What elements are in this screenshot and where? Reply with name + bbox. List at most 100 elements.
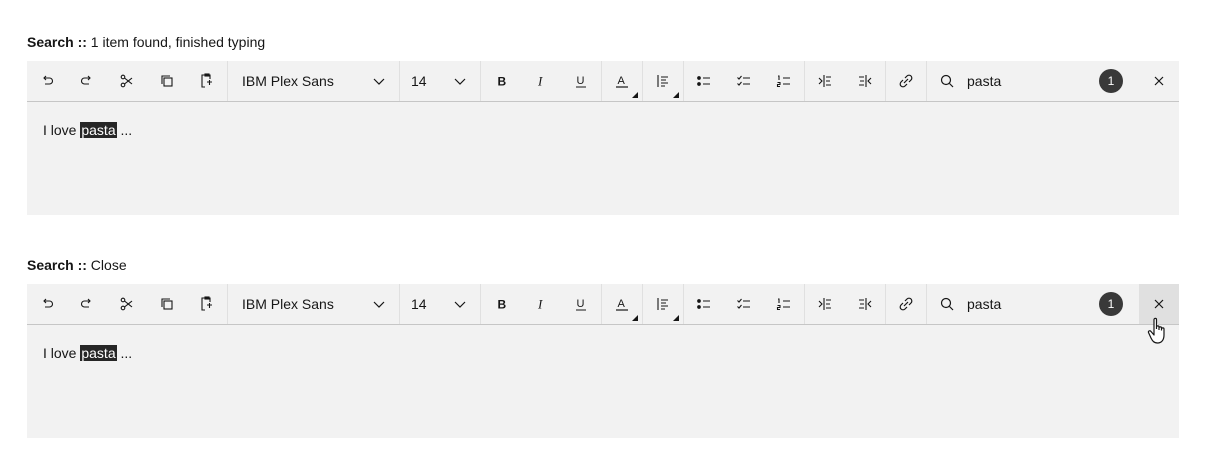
italic-icon: I <box>537 74 543 89</box>
checklist-button[interactable] <box>724 284 764 324</box>
match-count-badge: 1 <box>1099 69 1123 93</box>
paste-button[interactable] <box>187 61 227 101</box>
search-match-highlight: pasta <box>80 122 117 138</box>
outdent-button[interactable] <box>845 61 885 101</box>
svg-text:I: I <box>537 297 543 312</box>
match-count-badge: 1 <box>1099 292 1123 316</box>
search-icon <box>940 297 954 311</box>
search-bar: pasta 1 <box>926 61 1179 101</box>
underline-button[interactable]: U <box>561 284 601 324</box>
italic-icon: I <box>537 297 543 312</box>
editor-toolbar: IBM Plex Sans 14 B I U A pasta 1 <box>27 61 1179 102</box>
align-icon <box>657 75 668 87</box>
editor-example-2: Search :: Close IBM Plex Sans 14 B I U A… <box>27 256 1179 438</box>
indent-button[interactable] <box>805 61 845 101</box>
example-caption: Search :: 1 item found, finished typing <box>27 34 266 50</box>
search-input[interactable]: pasta <box>967 61 1099 101</box>
svg-text:U: U <box>577 75 585 87</box>
close-icon <box>1154 299 1164 309</box>
undo-icon <box>43 298 53 308</box>
editor-toolbar: IBM Plex Sans 14 B I U A pasta 1 <box>27 284 1179 325</box>
search-icon <box>940 74 954 88</box>
close-search-button[interactable] <box>1139 61 1179 101</box>
svg-text:B: B <box>498 75 507 89</box>
bold-button[interactable]: B <box>481 284 521 324</box>
paste-icon <box>201 73 212 88</box>
search-input[interactable]: pasta <box>967 284 1099 324</box>
copy-icon <box>161 298 173 310</box>
svg-text:A: A <box>618 75 626 87</box>
cut-button[interactable] <box>107 61 147 101</box>
underline-button[interactable]: U <box>561 61 601 101</box>
bold-icon: B <box>498 298 507 312</box>
search-match-highlight: pasta <box>80 345 117 361</box>
search-bar: pasta 1 <box>926 284 1179 324</box>
editor-content[interactable]: I love pasta ... <box>27 102 1179 215</box>
outdent-icon <box>859 298 872 310</box>
bulleted-list-icon <box>697 76 710 86</box>
copy-button[interactable] <box>147 284 187 324</box>
close-icon <box>1154 76 1164 86</box>
copy-icon <box>161 75 173 87</box>
numbered-list-icon <box>776 298 790 311</box>
alignment-button[interactable] <box>643 284 683 324</box>
underline-icon: U <box>576 298 586 311</box>
text-color-icon: A <box>616 75 628 88</box>
redo-button[interactable] <box>67 284 107 324</box>
alignment-button[interactable] <box>643 61 683 101</box>
svg-text:A: A <box>618 298 626 310</box>
copy-button[interactable] <box>147 61 187 101</box>
undo-icon <box>43 75 53 85</box>
svg-text:B: B <box>498 298 507 312</box>
link-icon <box>899 297 913 311</box>
italic-button[interactable]: I <box>521 284 561 324</box>
chevron-down-icon <box>373 301 385 308</box>
example-caption: Search :: Close <box>27 257 127 273</box>
paste-button[interactable] <box>187 284 227 324</box>
text-color-icon: A <box>616 298 628 311</box>
checklist-icon <box>737 75 750 86</box>
cut-icon <box>120 297 133 311</box>
svg-text:I: I <box>537 74 543 89</box>
indent-icon <box>818 298 831 310</box>
outdent-button[interactable] <box>845 284 885 324</box>
indent-button[interactable] <box>805 284 845 324</box>
link-button[interactable] <box>886 61 926 101</box>
text-color-button[interactable]: A <box>602 284 642 324</box>
outdent-icon <box>859 75 872 87</box>
redo-icon <box>81 75 91 85</box>
bold-button[interactable]: B <box>481 61 521 101</box>
text-color-button[interactable]: A <box>602 61 642 101</box>
chevron-down-icon <box>454 78 466 85</box>
indent-icon <box>818 75 831 87</box>
undo-button[interactable] <box>27 61 67 101</box>
svg-text:U: U <box>577 298 585 310</box>
italic-button[interactable]: I <box>521 61 561 101</box>
checklist-icon <box>737 298 750 309</box>
redo-icon <box>81 298 91 308</box>
numbered-list-icon <box>776 75 790 88</box>
numbered-list-button[interactable] <box>764 284 804 324</box>
bulleted-list-icon <box>697 299 710 309</box>
font-size-dropdown[interactable]: 14 <box>399 284 480 324</box>
chevron-down-icon <box>454 301 466 308</box>
redo-button[interactable] <box>67 61 107 101</box>
numbered-list-button[interactable] <box>764 61 804 101</box>
cut-button[interactable] <box>107 284 147 324</box>
cut-icon <box>120 74 133 88</box>
link-icon <box>899 74 913 88</box>
checklist-button[interactable] <box>724 61 764 101</box>
hand-cursor-icon <box>1147 317 1165 344</box>
editor-content[interactable]: I love pasta ... <box>27 325 1179 438</box>
font-family-dropdown[interactable]: IBM Plex Sans <box>227 61 399 101</box>
bulleted-list-button[interactable] <box>684 284 724 324</box>
undo-button[interactable] <box>27 284 67 324</box>
font-family-dropdown[interactable]: IBM Plex Sans <box>227 284 399 324</box>
align-icon <box>657 298 668 310</box>
link-button[interactable] <box>886 284 926 324</box>
font-size-dropdown[interactable]: 14 <box>399 61 480 101</box>
bulleted-list-button[interactable] <box>684 61 724 101</box>
paste-icon <box>201 296 212 311</box>
chevron-down-icon <box>373 78 385 85</box>
bold-icon: B <box>498 75 507 89</box>
